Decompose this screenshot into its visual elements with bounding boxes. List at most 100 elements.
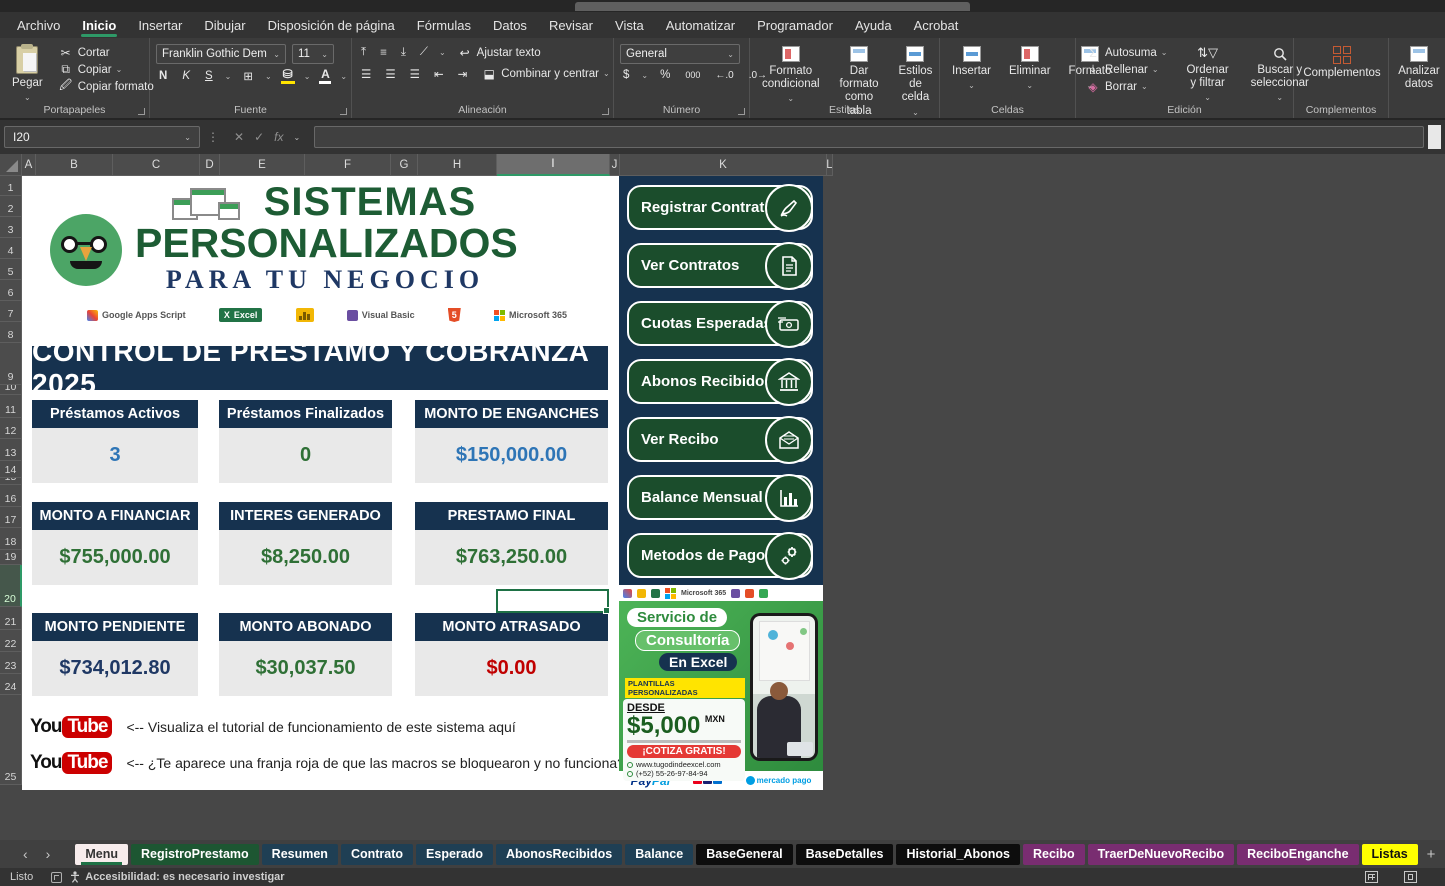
sidebar-button[interactable]: Ver Contratos [627,243,813,288]
formula-bar-expand[interactable] [1428,125,1441,149]
sheet-tab[interactable]: BaseGeneral [696,844,792,865]
row-header[interactable]: 14 [0,461,22,478]
number-format-select[interactable]: General⌄ [620,44,740,64]
row-header[interactable]: 21 [0,607,22,630]
insert-cells-button[interactable]: Insertar⌄ [946,44,997,92]
sheet-tab[interactable]: Recibo [1023,844,1085,865]
font-dialog-launcher[interactable] [340,108,347,115]
ad-cta-button[interactable]: ¡COTIZA GRATIS! [627,745,741,758]
row-header[interactable]: 11 [0,395,22,418]
fill-button[interactable]: ⤓Rellenar⌄ [1082,61,1170,78]
macro-record-icon[interactable] [51,872,62,883]
delete-cells-button[interactable]: Eliminar⌄ [1003,44,1057,92]
column-header[interactable]: L [827,154,833,176]
tab-scroll-left-icon[interactable]: ‹ [14,846,37,862]
select-all-corner[interactable] [0,154,22,176]
wrap-text-button[interactable]: ↩Ajustar texto [454,44,544,61]
row-header[interactable]: 23 [0,652,22,674]
row-header[interactable]: 12 [0,418,22,439]
row-header[interactable]: 18 [0,528,22,550]
search-box[interactable] [575,2,970,11]
enter-icon[interactable]: ✓ [254,130,264,144]
youtube-icon[interactable]: YouTube [30,716,112,738]
ribbon-tab[interactable]: Disposición de página [257,12,406,38]
ribbon-tab[interactable]: Inicio [71,12,127,38]
autosum-button[interactable]: ΣAutosuma⌄ [1082,44,1170,61]
sheet-tab[interactable]: ReciboEnganche [1237,844,1358,865]
ribbon-tab[interactable]: Datos [482,12,538,38]
number-dialog-launcher[interactable] [738,108,745,115]
font-size-select[interactable]: 11⌄ [292,44,334,64]
ribbon-tab[interactable]: Dibujar [193,12,256,38]
sidebar-button[interactable]: Balance Mensual [627,475,813,520]
ribbon-tab[interactable]: Acrobat [903,12,970,38]
row-header[interactable]: 7 [0,301,22,322]
name-box[interactable]: I20⌄ [4,126,200,148]
currency-format-button[interactable]: $ [620,68,632,82]
ribbon-tab[interactable]: Revisar [538,12,604,38]
column-header[interactable]: I [497,154,610,176]
row-header[interactable]: 3 [0,217,22,238]
increase-decimal-button[interactable]: ←.0 [712,69,736,82]
align-middle-button[interactable]: ≡ [377,46,390,60]
sidebar-button[interactable]: Cuotas Esperadas [627,301,813,346]
row-header[interactable]: 25 [0,695,22,785]
row-header[interactable]: 16 [0,485,22,507]
ribbon-tab[interactable]: Programador [746,12,844,38]
format-as-table-button[interactable]: Dar formato como tabla⌄ [834,44,885,132]
column-header[interactable]: E [220,154,305,176]
column-header[interactable]: D [200,154,220,176]
row-header[interactable]: 24 [0,674,22,695]
underline-button[interactable]: S [202,69,216,83]
sidebar-button[interactable]: Abonos Recibidos [627,359,813,404]
ribbon-tab[interactable]: Ayuda [844,12,903,38]
percent-format-button[interactable]: % [657,68,673,82]
row-header[interactable]: 17 [0,507,22,528]
formula-input[interactable] [314,126,1424,148]
row-header[interactable]: 20 [0,565,22,607]
row-header[interactable]: 1 [0,176,22,196]
row-header[interactable]: 5 [0,259,22,280]
clipboard-dialog-launcher[interactable] [138,108,145,115]
row-header[interactable]: 4 [0,238,22,259]
ribbon-tab[interactable]: Fórmulas [406,12,482,38]
selected-cell-I20[interactable] [496,589,609,613]
comma-format-button[interactable]: 000 [682,69,703,81]
conditional-formatting-button[interactable]: Formato condicional⌄ [756,44,826,106]
sheet-tab[interactable]: Contrato [341,844,413,865]
normal-view-button[interactable] [1365,871,1378,883]
row-header[interactable]: 9 [0,343,22,385]
orientation-button[interactable]: ⟋ [417,45,431,60]
column-header[interactable]: F [305,154,391,176]
column-header[interactable]: B [36,154,113,176]
bold-button[interactable]: N [156,69,170,83]
row-header[interactable]: 22 [0,630,22,652]
merge-center-button[interactable]: ⬓Combinar y centrar⌄ [478,65,613,82]
ribbon-tab[interactable]: Automatizar [655,12,746,38]
italic-button[interactable]: K [179,69,193,83]
borders-button[interactable]: ⊞ [240,68,256,84]
align-right-button[interactable]: ☰ [407,66,423,82]
align-left-button[interactable]: ☰ [358,66,374,82]
column-header[interactable]: C [113,154,200,176]
tab-scroll-right-icon[interactable]: › [37,846,60,862]
font-color-button[interactable]: A [319,68,331,84]
analyze-data-button[interactable]: Analizar datos [1395,44,1443,93]
clear-button[interactable]: ◈Borrar⌄ [1082,78,1170,95]
ribbon-tab[interactable]: Archivo [6,12,71,38]
font-name-select[interactable]: Franklin Gothic Dem⌄ [156,44,286,64]
accessibility-status[interactable]: Accesibilidad: es necesario investigar [70,871,284,883]
sheet-tab[interactable]: TraerDeNuevoRecibo [1088,844,1234,865]
column-header[interactable]: K [620,154,827,176]
align-bottom-button[interactable]: ⤓ [398,45,409,60]
sheet-tab[interactable]: AbonosRecibidos [496,844,622,865]
add-sheet-button[interactable]: + [1418,846,1445,863]
sheet-tab[interactable]: Listas [1362,844,1418,865]
sheet-tab[interactable]: Balance [625,844,693,865]
youtube-icon[interactable]: YouTube [30,752,112,774]
sort-filter-button[interactable]: ⇅▽ Ordenar y filtrar⌄ [1180,44,1234,105]
align-center-button[interactable]: ☰ [382,66,398,82]
column-header[interactable]: J [610,154,620,176]
sheet-tab[interactable]: Esperado [416,844,493,865]
column-header[interactable]: H [418,154,497,176]
